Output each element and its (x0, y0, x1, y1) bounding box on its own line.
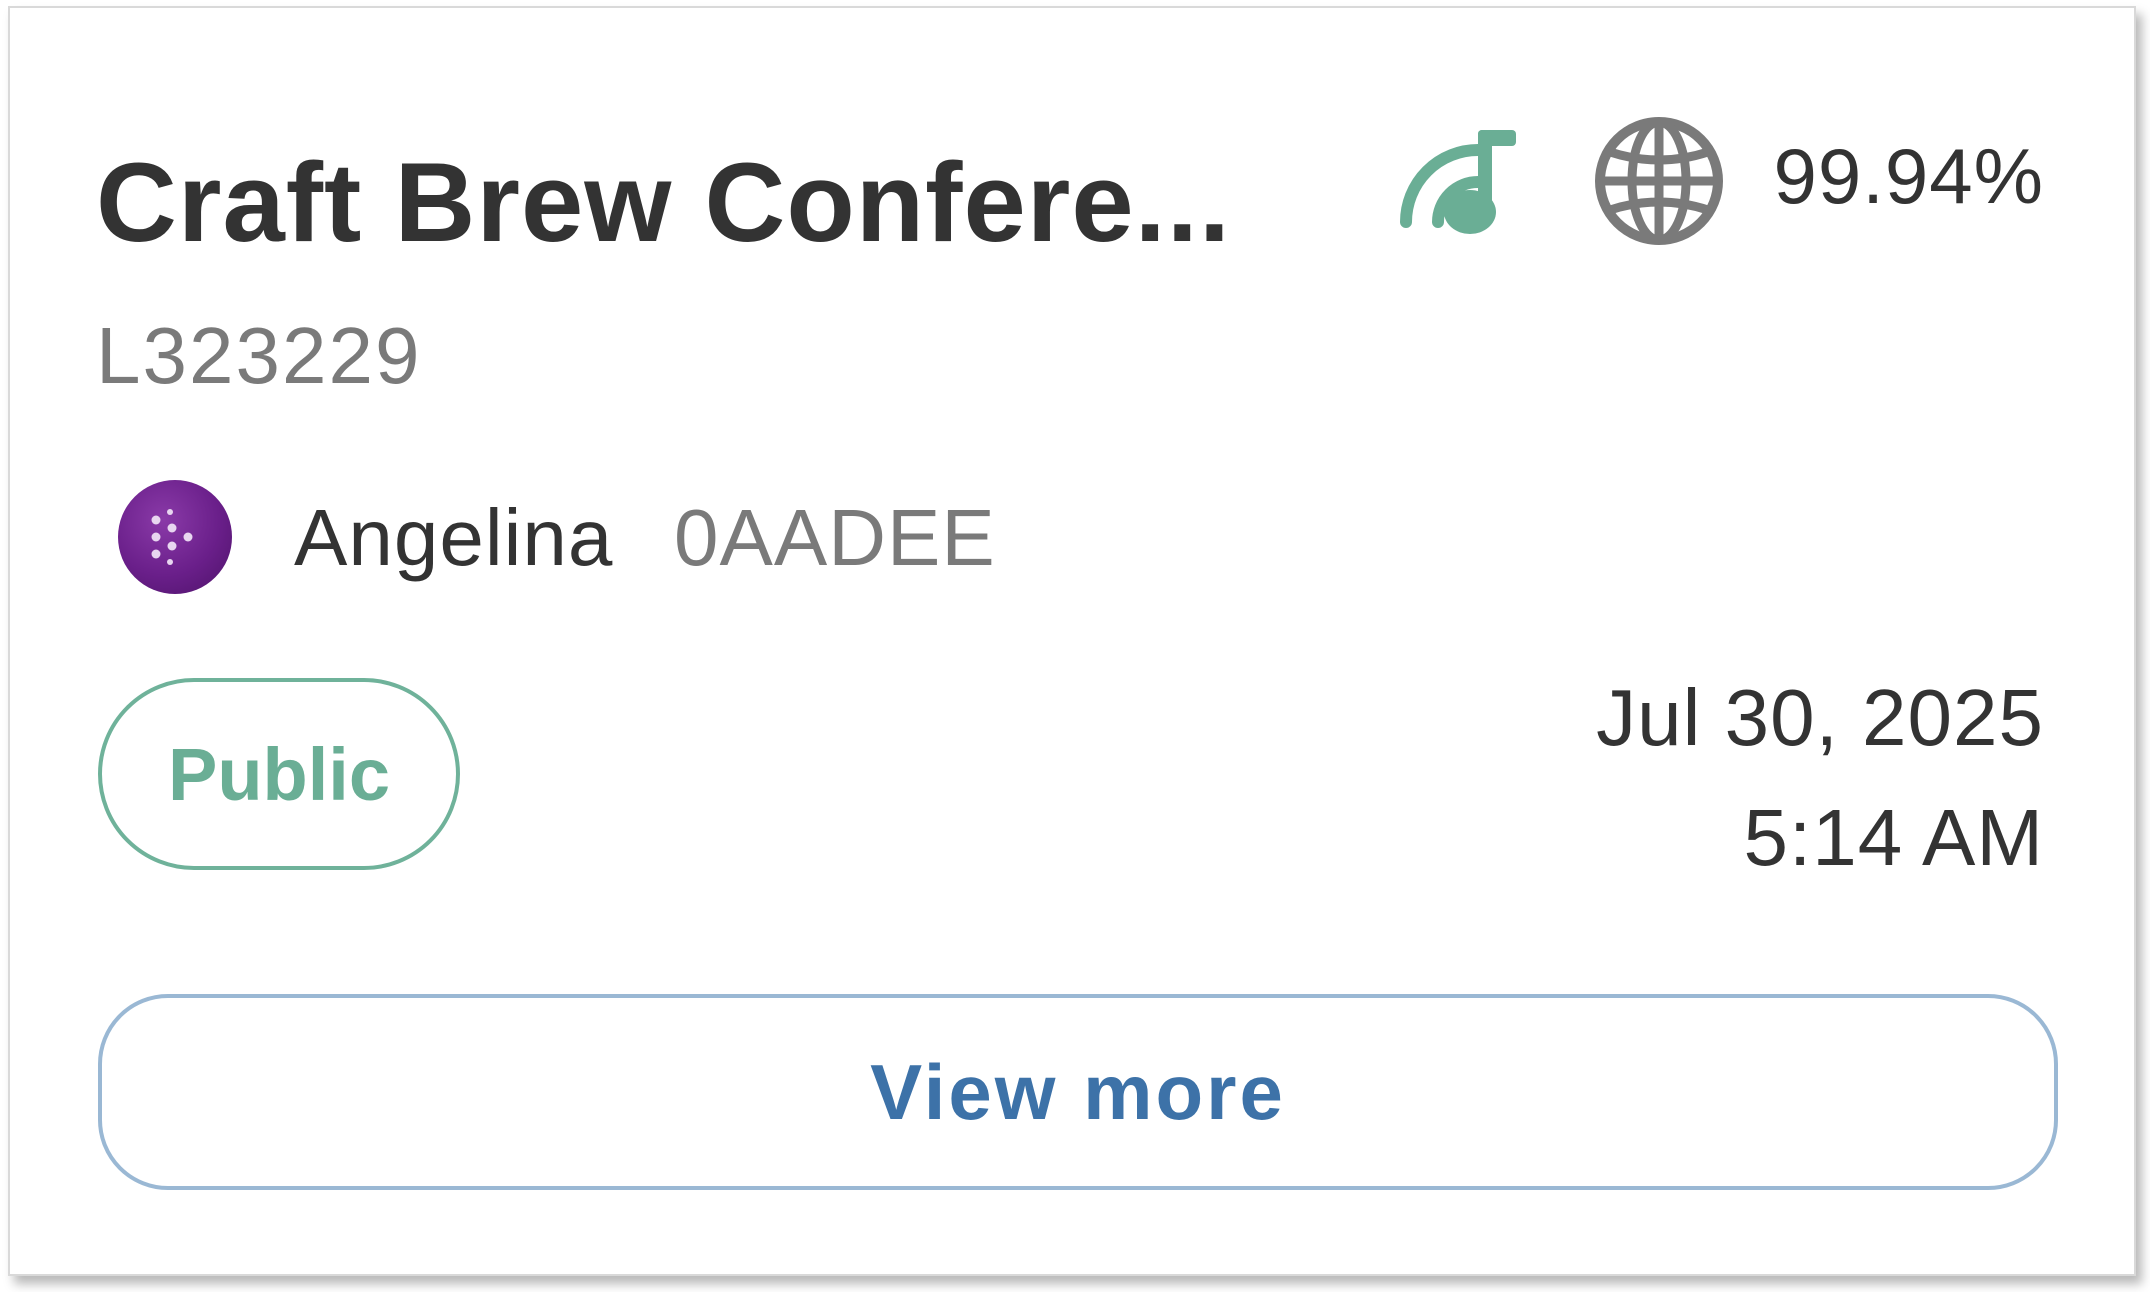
music-broadcast-icon (1400, 130, 1516, 234)
user-name: Angelina (294, 493, 614, 582)
brand-logo-icon (151, 509, 193, 565)
globe-icon (1595, 117, 1723, 245)
user-id: 0AADEE (674, 493, 996, 582)
uptime-percentage: 99.94% (1773, 132, 2044, 220)
visibility-badge: Public (98, 678, 460, 870)
event-code: L323229 (96, 311, 422, 400)
event-date: Jul 30, 2025 (1596, 673, 2044, 762)
avatar (118, 480, 232, 594)
event-card: Craft Brew Confere... L323229 99.94% Ang… (8, 6, 2136, 1276)
event-title: Craft Brew Confere... (96, 140, 1231, 265)
view-more-button[interactable]: View more (98, 994, 2058, 1190)
event-time: 5:14 AM (1743, 793, 2044, 882)
